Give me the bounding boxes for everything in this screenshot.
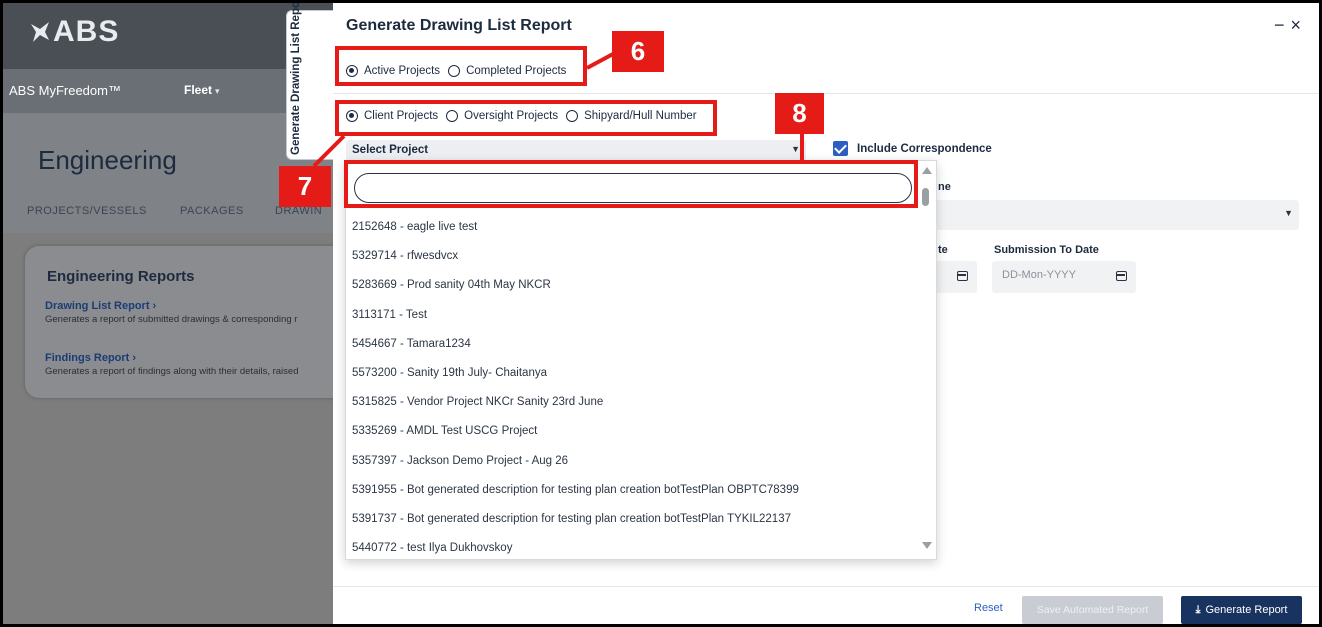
drawing-list-report-link[interactable]: Drawing List Report › [45, 300, 156, 312]
include-correspondence-label: Include Correspondence [857, 142, 992, 155]
submission-from-date-input[interactable] [933, 261, 977, 293]
radio-shipyard-hull-number[interactable]: Shipyard/Hull Number [566, 110, 697, 122]
radio-active-projects[interactable]: Active Projects [346, 65, 440, 77]
project-dropdown-panel: 2152648 - eagle live test 5329714 - rfwe… [345, 160, 937, 560]
select-project-dropdown[interactable]: Select Project ▼ [346, 140, 806, 162]
card-title: Engineering Reports [47, 268, 195, 285]
list-item[interactable]: 5454667 - Tamara1234 [346, 330, 921, 359]
abs-logo: ABS [29, 15, 119, 49]
brand-name[interactable]: ABS MyFreedom™ [9, 83, 121, 98]
modal-footer: Reset Save Automated Report ⤓ Generate Re… [333, 586, 1319, 624]
submission-to-date-input[interactable]: DD-Mon-YYYY [992, 261, 1136, 293]
calendar-icon[interactable] [1116, 271, 1127, 281]
include-correspondence-checkbox[interactable]: Include Correspondence [833, 141, 992, 156]
tab-projects-vessels[interactable]: PROJECTS/VESSELS [27, 205, 147, 217]
submission-to-date-label: Submission To Date [994, 244, 1099, 256]
partial-field-label: ne [938, 181, 951, 193]
list-item[interactable]: 5573200 - Sanity 19th July- Chaitanya [346, 359, 921, 388]
radio-selected-icon [346, 65, 358, 77]
engineering-reports-card: Engineering Reports Drawing List Report … [25, 246, 333, 398]
close-icon[interactable]: × [1290, 15, 1301, 35]
modal-title: Generate Drawing List Report [346, 17, 572, 34]
generate-report-button[interactable]: ⤓ Generate Report [1181, 596, 1302, 624]
project-list: 2152648 - eagle live test 5329714 - rfwe… [346, 213, 921, 559]
divider [333, 93, 1319, 94]
chevron-down-icon: ▾ [215, 86, 220, 96]
calendar-icon[interactable] [957, 271, 968, 281]
nav-row: ABS MyFreedom™ Fleet ▾ [3, 69, 333, 113]
tab-bar: PROJECTS/VESSELS PACKAGES DRAWIN [3, 205, 333, 233]
download-icon: ⤓ [1195, 603, 1201, 616]
radio-completed-projects[interactable]: Completed Projects [448, 65, 566, 77]
eagle-icon [31, 22, 49, 42]
scroll-down-arrow-icon[interactable] [922, 542, 932, 549]
dropdown-scrollbar[interactable] [918, 161, 936, 559]
radio-client-projects[interactable]: Client Projects [346, 110, 438, 122]
background-app: ABS ABS MyFreedom™ Fleet ▾ Engineering PR… [3, 3, 333, 624]
radio-unselected-icon [446, 110, 459, 122]
select-project-label: Select Project [352, 144, 429, 156]
radio-unselected-icon [566, 110, 579, 122]
list-item[interactable]: 2152648 - eagle live test [346, 213, 921, 242]
callout-badge-8: 8 [775, 93, 824, 134]
scroll-up-arrow-icon[interactable] [922, 167, 932, 174]
drawing-list-report-desc: Generates a report of submitted drawings… [45, 314, 298, 325]
callout-leader-6 [586, 52, 614, 70]
checkbox-checked-icon [833, 141, 848, 156]
list-item[interactable]: 5329714 - rfwesdvcx [346, 242, 921, 271]
list-item[interactable]: 5440772 - test Ilya Dukhovskoy [346, 534, 921, 559]
project-search-input[interactable] [354, 173, 912, 203]
modal-controls: − × [1268, 15, 1301, 36]
radio-oversight-projects[interactable]: Oversight Projects [446, 110, 558, 122]
findings-report-link[interactable]: Findings Report › [45, 352, 136, 364]
callout-badge-7: 7 [279, 166, 331, 207]
list-item[interactable]: 5283669 - Prod sanity 04th May NKCR [346, 271, 921, 300]
project-status-radio-group: Active Projects Completed Projects [346, 65, 566, 77]
list-item[interactable]: 3113171 - Test [346, 301, 921, 330]
callout-leader-7 [312, 134, 346, 168]
page-title: Engineering [38, 145, 177, 175]
list-item[interactable]: 5357397 - Jackson Demo Project - Aug 26 [346, 447, 921, 476]
callout-leader-8 [800, 132, 804, 160]
tab-packages[interactable]: PACKAGES [180, 205, 244, 217]
partial-select-field[interactable]: ▼ [933, 200, 1299, 230]
project-type-radio-group: Client Projects Oversight Projects Shipy… [346, 110, 697, 122]
radio-unselected-icon [448, 65, 461, 77]
chevron-down-icon: ▼ [1284, 208, 1293, 218]
top-bar: ABS ABS MyFreedom™ Fleet ▾ [3, 3, 333, 113]
list-item[interactable]: 5335269 - AMDL Test USCG Project [346, 417, 921, 446]
save-automated-report-button[interactable]: Save Automated Report [1022, 596, 1163, 624]
fleet-menu[interactable]: Fleet ▾ [184, 83, 220, 97]
reset-button[interactable]: Reset [974, 602, 1003, 614]
findings-report-desc: Generates a report of findings along wit… [45, 366, 299, 377]
minimize-icon[interactable]: − [1274, 15, 1285, 35]
submission-from-date-label: te [938, 244, 948, 256]
list-item[interactable]: 5315825 - Vendor Project NKCr Sanity 23r… [346, 388, 921, 417]
callout-badge-6: 6 [612, 31, 664, 72]
radio-selected-icon [346, 110, 358, 122]
scroll-thumb[interactable] [922, 188, 929, 206]
list-item[interactable]: 5391955 - Bot generated description for … [346, 476, 921, 505]
list-item[interactable]: 5391737 - Bot generated description for … [346, 505, 921, 534]
